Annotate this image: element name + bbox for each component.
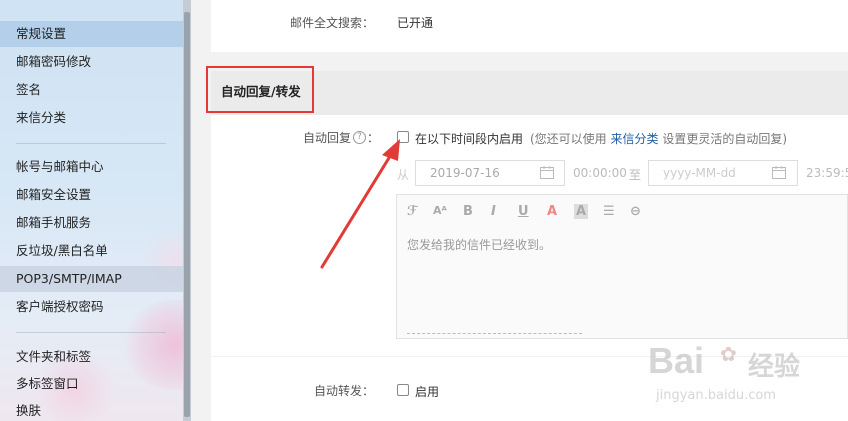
auto-forward-label: 自动转发： [313, 384, 374, 398]
auto-reply-checkbox-label[interactable]: 在以下时间段内启用 [415, 130, 523, 147]
auto-forward-checkbox[interactable] [397, 384, 409, 396]
link-icon[interactable]: ⊖ [630, 204, 641, 219]
sidebar-item-account-center[interactable]: 帐号与邮箱中心 [0, 154, 183, 180]
sidebar-item-mobile-service[interactable]: 邮箱手机服务 [0, 210, 183, 236]
annotation-arrow [320, 139, 400, 269]
bold-icon[interactable]: B [463, 204, 473, 219]
sidebar-divider [16, 332, 166, 333]
auto-reply-content[interactable]: 您发给我的信件已经收到。 [407, 236, 551, 253]
mail-rules-link[interactable]: 来信分类 [611, 132, 659, 146]
sidebar-item-skin[interactable]: 换肤 [0, 398, 183, 421]
auto-forward-checkbox-label[interactable]: 启用 [415, 383, 439, 400]
sidebar-item-client-auth-password[interactable]: 客户端授权密码 [0, 294, 183, 320]
watermark-brand: Bai [648, 340, 705, 381]
annotation-highlight-box [206, 66, 314, 113]
underline-icon[interactable]: U [518, 204, 529, 219]
font-size-icon[interactable]: Aᴬ [433, 204, 447, 217]
sidebar-scrollbar-thumb[interactable] [184, 12, 190, 417]
fulltext-search-status: 已开通 [397, 16, 434, 30]
fulltext-search-label: 邮件全文搜索： [289, 16, 374, 30]
sidebar-item-folders-tags[interactable]: 文件夹和标签 [0, 344, 183, 370]
watermark-brand-cn: 经验 [748, 352, 801, 382]
sidebar-item-general-settings[interactable]: 常规设置 [0, 21, 183, 47]
font-color-icon[interactable]: A [547, 204, 557, 219]
hint-suffix: 设置更灵活的自动回复) [662, 132, 788, 146]
start-time-value[interactable]: 00:00:00 [573, 166, 627, 180]
align-icon[interactable]: ☰ [603, 204, 615, 219]
watermark-paw-icon: ✿ [720, 342, 737, 366]
editor-separator [407, 333, 582, 334]
auto-reply-hint: (您还可以使用 来信分类 设置更灵活的自动回复) [530, 130, 787, 147]
calendar-icon[interactable] [772, 166, 786, 179]
calendar-icon[interactable] [540, 166, 554, 179]
sidebar-item-antispam[interactable]: 反垃圾/黑白名单 [0, 238, 183, 264]
to-label: 至 [629, 168, 642, 182]
end-time-value[interactable]: 23:59:59 [806, 166, 848, 180]
sidebar: 常规设置 邮箱密码修改 签名 来信分类 帐号与邮箱中心 邮箱安全设置 邮箱手机服… [0, 0, 183, 421]
watermark-url: jingyan.baidu.com [656, 388, 776, 403]
sidebar-item-multi-tab[interactable]: 多标签窗口 [0, 371, 183, 397]
sidebar-item-signature[interactable]: 签名 [0, 77, 183, 103]
background-color-icon[interactable]: A [574, 204, 589, 219]
sidebar-item-security[interactable]: 邮箱安全设置 [0, 182, 183, 208]
sidebar-item-pop3-smtp-imap[interactable]: POP3/SMTP/IMAP [0, 266, 183, 292]
hint-prefix: (您还可以使用 [530, 132, 607, 146]
italic-icon[interactable]: I [491, 204, 496, 219]
sidebar-item-mail-rules[interactable]: 来信分类 [0, 105, 183, 131]
sidebar-divider [16, 143, 166, 144]
sidebar-item-password-change[interactable]: 邮箱密码修改 [0, 49, 183, 75]
